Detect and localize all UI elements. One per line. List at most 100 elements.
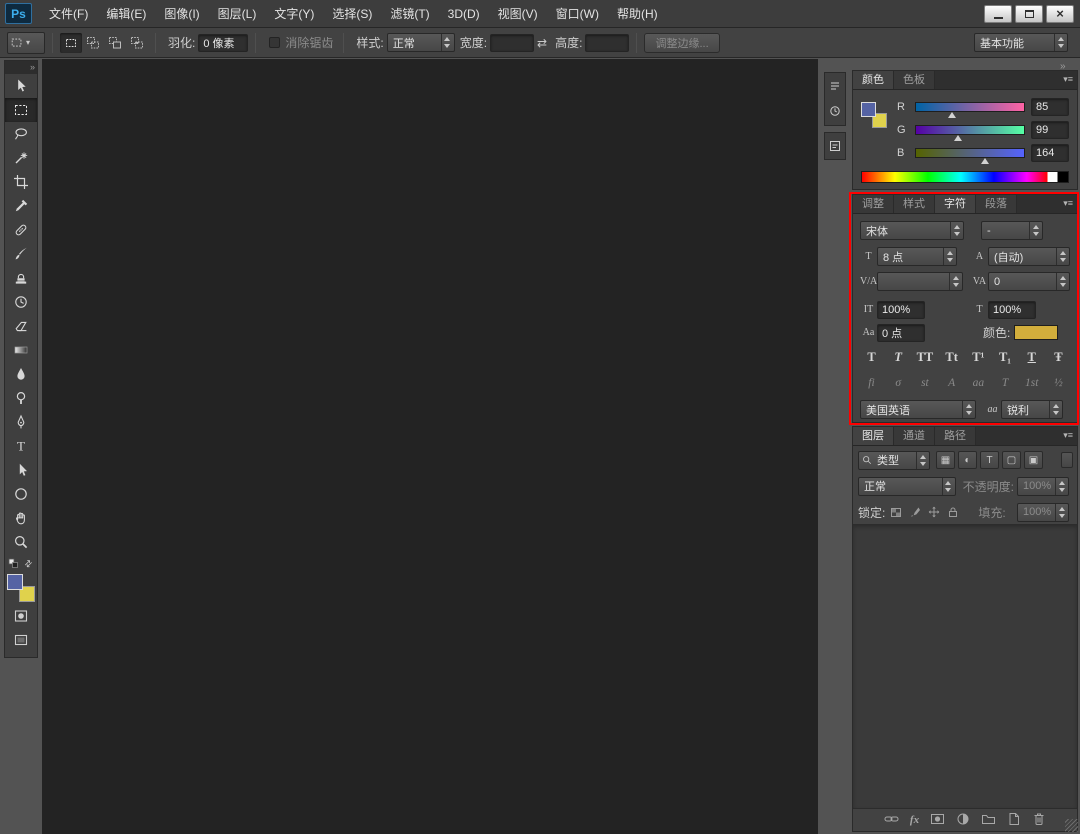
filter-toggle-button[interactable]: [1061, 452, 1073, 468]
lock-all-button[interactable]: [945, 505, 960, 520]
swap-colors-icon[interactable]: ⇄: [23, 557, 38, 572]
close-button[interactable]: ×: [1046, 4, 1074, 23]
fill-dropdown[interactable]: 100%: [1017, 502, 1069, 522]
blend-mode-dropdown[interactable]: 正常: [858, 476, 956, 496]
refine-edge-button[interactable]: 调整边缘...: [644, 32, 720, 53]
red-slider[interactable]: [915, 102, 1025, 118]
link-layers-button[interactable]: [884, 812, 899, 829]
tab-adjustments[interactable]: 调整: [853, 195, 894, 213]
shape-tool[interactable]: [5, 482, 37, 506]
maximize-button[interactable]: [1015, 4, 1043, 23]
red-slider-thumb[interactable]: [947, 112, 956, 118]
color-spectrum-ramp[interactable]: [861, 171, 1069, 183]
type-tool[interactable]: T: [5, 434, 37, 458]
green-slider-thumb[interactable]: [953, 135, 962, 141]
move-tool[interactable]: [5, 74, 37, 98]
lock-pixels-button[interactable]: [907, 505, 922, 520]
superscript-button[interactable]: T¹: [968, 348, 989, 366]
eyedropper-tool[interactable]: [5, 194, 37, 218]
layer-style-button[interactable]: fx: [910, 814, 919, 826]
filter-pixel-layers-button[interactable]: ▦: [936, 451, 955, 469]
titling-alternates-button[interactable]: T: [995, 374, 1016, 392]
tracking-dropdown[interactable]: 0: [988, 272, 1070, 291]
new-adjustment-layer-button[interactable]: [956, 812, 970, 829]
minimize-button[interactable]: [984, 4, 1012, 23]
menu-edit[interactable]: 编辑(E): [97, 0, 155, 28]
subscript-button[interactable]: T₁: [995, 348, 1016, 366]
eraser-tool[interactable]: [5, 314, 37, 338]
menu-filter[interactable]: 滤镜(T): [381, 0, 438, 28]
filter-adjustment-layers-button[interactable]: ◐: [958, 451, 977, 469]
tab-layers[interactable]: 图层: [853, 427, 894, 445]
menu-window[interactable]: 窗口(W): [547, 0, 608, 28]
menu-help[interactable]: 帮助(H): [608, 0, 667, 28]
tab-paragraph[interactable]: 段落: [976, 195, 1017, 213]
faux-italic-button[interactable]: T: [888, 348, 909, 366]
new-selection-button[interactable]: [60, 32, 82, 53]
intersect-selection-button[interactable]: [126, 33, 148, 53]
green-slider[interactable]: [915, 125, 1025, 141]
menu-3d[interactable]: 3D(D): [439, 0, 489, 28]
height-input[interactable]: [585, 33, 630, 52]
menu-file[interactable]: 文件(F): [40, 0, 97, 28]
gradient-tool[interactable]: [5, 338, 37, 362]
layers-panel-menu-icon[interactable]: ▾≡: [1063, 427, 1077, 445]
strikethrough-button[interactable]: Ŧ: [1048, 348, 1069, 366]
tab-character[interactable]: 字符: [935, 195, 976, 213]
color-panel-menu-icon[interactable]: ▾≡: [1063, 71, 1077, 89]
new-layer-button[interactable]: [1007, 812, 1021, 829]
rectangular-marquee-tool[interactable]: [5, 98, 37, 122]
all-caps-button[interactable]: TT: [914, 348, 935, 366]
text-color-swatch[interactable]: [1014, 325, 1059, 340]
red-value-input[interactable]: [1031, 98, 1069, 116]
lock-transparency-button[interactable]: [888, 505, 903, 520]
tool-preset-dropdown[interactable]: ▾: [7, 31, 45, 54]
swash-button[interactable]: A: [941, 374, 962, 392]
add-selection-button[interactable]: [82, 33, 104, 53]
dodge-tool[interactable]: [5, 386, 37, 410]
lock-position-button[interactable]: [926, 505, 941, 520]
vertical-scale-input[interactable]: [877, 300, 925, 319]
menu-select[interactable]: 选择(S): [323, 0, 381, 28]
pen-tool[interactable]: [5, 410, 37, 434]
collapsed-panel-info-button[interactable]: [825, 133, 845, 158]
font-style-dropdown[interactable]: -: [981, 221, 1043, 240]
tab-styles[interactable]: 样式: [894, 195, 935, 213]
discretionary-ligatures-button[interactable]: st: [914, 374, 935, 392]
baseline-shift-input[interactable]: [877, 323, 925, 342]
toolbox-collapse-button[interactable]: »: [5, 61, 37, 74]
tab-swatches[interactable]: 色板: [894, 71, 935, 89]
filter-smart-objects-button[interactable]: ▣: [1024, 451, 1043, 469]
stylistic-alternates-button[interactable]: aa: [968, 374, 989, 392]
tab-color[interactable]: 颜色: [853, 71, 894, 89]
leading-dropdown[interactable]: (自动): [988, 247, 1070, 266]
character-panel-menu-icon[interactable]: ▾≡: [1063, 195, 1077, 213]
tab-channels[interactable]: 通道: [894, 427, 935, 445]
spot-healing-brush-tool[interactable]: [5, 218, 37, 242]
tab-paths[interactable]: 路径: [935, 427, 976, 445]
zoom-tool[interactable]: [5, 530, 37, 554]
anti-alias-dropdown[interactable]: 锐利: [1001, 400, 1063, 419]
screen-mode-button[interactable]: [5, 628, 37, 652]
feather-input[interactable]: [198, 33, 249, 52]
ligatures-button[interactable]: fi: [861, 374, 882, 392]
crop-tool[interactable]: [5, 170, 37, 194]
antialias-checkbox[interactable]: [269, 37, 281, 48]
magic-wand-tool[interactable]: [5, 146, 37, 170]
workspace-switcher[interactable]: 基本功能: [974, 33, 1068, 52]
underline-button[interactable]: T: [1021, 348, 1042, 366]
filter-shape-layers-button[interactable]: ▢: [1002, 451, 1021, 469]
canvas-area[interactable]: [42, 59, 818, 834]
small-caps-button[interactable]: Tt: [941, 348, 962, 366]
menu-image[interactable]: 图像(I): [155, 0, 208, 28]
layers-list[interactable]: [853, 524, 1077, 809]
history-brush-tool[interactable]: [5, 290, 37, 314]
menu-view[interactable]: 视图(V): [489, 0, 547, 28]
opacity-dropdown[interactable]: 100%: [1017, 476, 1069, 496]
blue-value-input[interactable]: [1031, 144, 1069, 162]
quick-mask-button[interactable]: [5, 604, 37, 628]
new-group-button[interactable]: [981, 812, 996, 829]
filter-type-layers-button[interactable]: T: [980, 451, 999, 469]
window-resize-grip[interactable]: [1065, 819, 1078, 832]
delete-layer-button[interactable]: [1032, 812, 1046, 829]
